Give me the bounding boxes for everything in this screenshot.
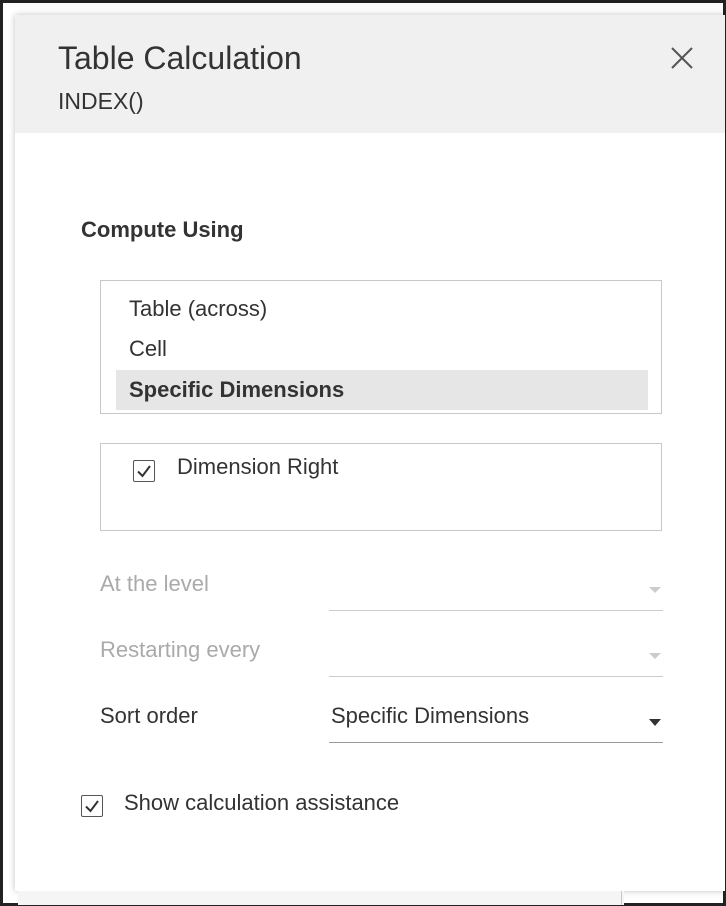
compute-using-label: Compute Using	[81, 217, 244, 242]
restarting-every-dropdown[interactable]	[329, 639, 663, 677]
dimension-right-checkbox[interactable]	[133, 460, 155, 482]
sort-order-dropdown[interactable]: Specific Dimensions	[329, 703, 663, 743]
background-divider	[621, 891, 622, 905]
chevron-down-icon	[649, 719, 661, 726]
compute-option-specific-dimensions[interactable]: Specific Dimensions	[116, 370, 648, 410]
dialog-subtitle: INDEX()	[58, 88, 144, 114]
sort-order-value: Specific Dimensions	[331, 703, 530, 728]
dialog-header: Table Calculation INDEX()	[15, 15, 725, 133]
checkmark-icon	[85, 800, 99, 813]
compute-option-cell[interactable]: Cell	[116, 329, 648, 369]
show-calculation-assistance-label: Show calculation assistance	[124, 790, 400, 815]
dimension-right-label: Dimension Right	[177, 454, 339, 479]
dialog-title: Table Calculation	[58, 40, 302, 76]
close-icon[interactable]	[665, 41, 699, 75]
chevron-down-icon	[649, 653, 661, 659]
checkmark-icon	[137, 465, 151, 478]
chevron-down-icon	[649, 587, 661, 593]
table-calculation-dialog: Table Calculation INDEX() Compute Using …	[15, 15, 725, 891]
screenshot-frame: Table Calculation INDEX() Compute Using …	[0, 0, 726, 906]
dimensions-list: Dimension Right	[100, 443, 662, 531]
background-strip	[18, 891, 624, 905]
compute-using-listbox[interactable]: Table (across) Cell Specific Dimensions	[100, 280, 662, 414]
sort-order-label: Sort order	[100, 703, 198, 728]
compute-option-table-across[interactable]: Table (across)	[116, 289, 648, 329]
at-the-level-label: At the level	[100, 571, 209, 596]
show-calculation-assistance-checkbox[interactable]	[81, 795, 103, 817]
restarting-every-label: Restarting every	[100, 637, 261, 662]
at-the-level-dropdown[interactable]	[329, 573, 663, 611]
